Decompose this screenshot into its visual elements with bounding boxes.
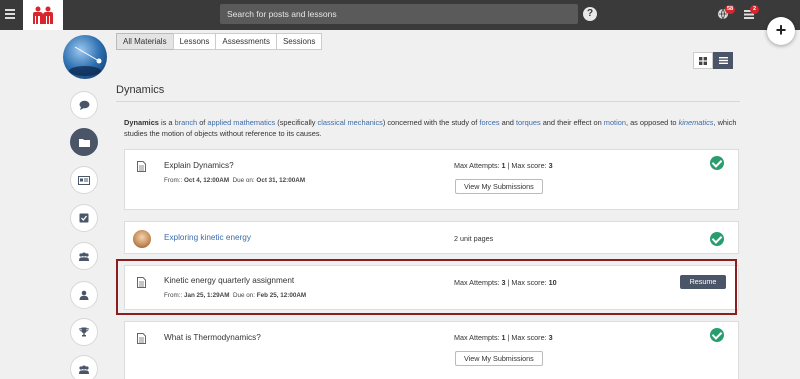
description-text: (specifically: [275, 118, 318, 127]
completed-check-icon: [710, 232, 724, 246]
grid-icon: [699, 56, 707, 65]
lesson-thumbnail: [133, 230, 151, 248]
trophy-icon: [79, 327, 89, 337]
help-icon[interactable]: ?: [583, 7, 597, 21]
chat-icon: [79, 100, 89, 110]
section-title: Dynamics: [116, 84, 165, 96]
card-dates: From:: Oct 4, 12:00AM Due on: Oct 31, 12…: [164, 177, 305, 184]
view-submissions-button[interactable]: View My Submissions: [455, 179, 543, 194]
list-icon: [718, 57, 728, 64]
divider: [116, 101, 740, 102]
score-value: 3: [548, 333, 553, 342]
messages-button[interactable]: 2: [743, 5, 759, 22]
tasks-button[interactable]: [70, 204, 98, 232]
description-text: , as opposed to: [625, 118, 679, 127]
notifications-button[interactable]: 58: [717, 5, 736, 22]
user-icon: [79, 290, 89, 300]
attempts-label: Max Attempts:: [454, 161, 500, 170]
attempts-value: 1: [501, 161, 506, 170]
messages-badge: 2: [750, 5, 759, 14]
id-card-icon: [78, 175, 90, 185]
menu-icon[interactable]: [5, 9, 15, 21]
groups-button[interactable]: [70, 242, 98, 270]
attempts-label: Max Attempts:: [454, 333, 500, 342]
unit-pages: 2 unit pages: [454, 234, 494, 243]
card-title[interactable]: Exploring kinetic energy: [164, 233, 251, 242]
card-limits: Max Attempts: 1 | Max score: 3: [454, 333, 553, 342]
folder-icon: [78, 138, 90, 147]
description-text: ) concerned with the study of: [382, 118, 480, 127]
members-button[interactable]: [70, 355, 98, 379]
description-text: of: [197, 118, 208, 127]
material-tabs: All Materials Lessons Assessments Sessio…: [116, 33, 323, 50]
link-applied-mathematics[interactable]: applied mathematics: [207, 118, 275, 127]
checkbox-icon: [79, 213, 89, 223]
description-text: is a: [158, 118, 175, 127]
section-description: Dynamics is a branch of applied mathemat…: [124, 117, 739, 139]
completed-check-icon: [710, 156, 724, 170]
material-card[interactable]: Exploring kinetic energy 2 unit pages: [124, 221, 739, 254]
description-text: and their effect on: [540, 118, 604, 127]
discussion-button[interactable]: [70, 91, 98, 119]
score-value: 3: [548, 161, 553, 170]
notifications-badge: 58: [725, 5, 736, 14]
search-input[interactable]: Search for posts and lessons: [220, 4, 578, 24]
tab-assessments[interactable]: Assessments: [215, 33, 277, 50]
material-card[interactable]: Explain Dynamics? From:: Oct 4, 12:00AM …: [124, 149, 739, 210]
card-title[interactable]: What is Thermodynamics?: [164, 333, 261, 342]
link-classical-mechanics[interactable]: classical mechanics: [318, 118, 383, 127]
link-motion[interactable]: motion: [604, 118, 626, 127]
link-forces[interactable]: forces: [479, 118, 499, 127]
link-kinematics[interactable]: kinematics: [679, 118, 714, 127]
description-text: and: [499, 118, 516, 127]
card-title[interactable]: Explain Dynamics?: [164, 161, 234, 170]
link-branch[interactable]: branch: [175, 118, 198, 127]
profile-button[interactable]: [70, 281, 98, 309]
document-icon: [137, 161, 146, 172]
score-label: Max score:: [511, 161, 547, 170]
card-limits: Max Attempts: 1 | Max score: 3: [454, 161, 553, 170]
highlight-frame: [116, 259, 737, 315]
logo[interactable]: [23, 0, 63, 30]
users-icon: [79, 252, 89, 261]
document-icon: [137, 333, 146, 344]
view-toggle: [693, 52, 733, 69]
tab-lessons[interactable]: Lessons: [172, 33, 217, 50]
tab-sessions[interactable]: Sessions: [275, 33, 323, 50]
tab-all-materials[interactable]: All Materials: [116, 33, 174, 50]
card-button[interactable]: [70, 166, 98, 194]
score-label: Max score:: [511, 333, 547, 342]
top-bar: Search for posts and lessons ? 58 2: [0, 0, 800, 30]
due-label: Due on:: [232, 177, 255, 184]
logo-icon: [33, 6, 53, 24]
material-card[interactable]: What is Thermodynamics? Max Attempts: 1 …: [124, 321, 739, 379]
grid-view-button[interactable]: [693, 52, 713, 69]
from-date: Oct 4, 12:00AM: [183, 177, 230, 184]
list-view-button[interactable]: [713, 52, 733, 69]
users-icon: [79, 365, 89, 374]
completed-check-icon: [710, 328, 724, 342]
add-button[interactable]: +: [767, 17, 795, 45]
view-submissions-button[interactable]: View My Submissions: [455, 351, 543, 366]
due-date: Oct 31, 12:00AM: [256, 177, 306, 184]
pendulum-image: [69, 46, 102, 76]
link-torques[interactable]: torques: [516, 118, 541, 127]
from-label: From::: [164, 177, 183, 184]
achievements-button[interactable]: [70, 318, 98, 346]
description-term: Dynamics: [124, 118, 159, 127]
course-avatar[interactable]: [63, 35, 107, 79]
materials-button[interactable]: [70, 128, 98, 156]
attempts-value: 1: [501, 333, 506, 342]
